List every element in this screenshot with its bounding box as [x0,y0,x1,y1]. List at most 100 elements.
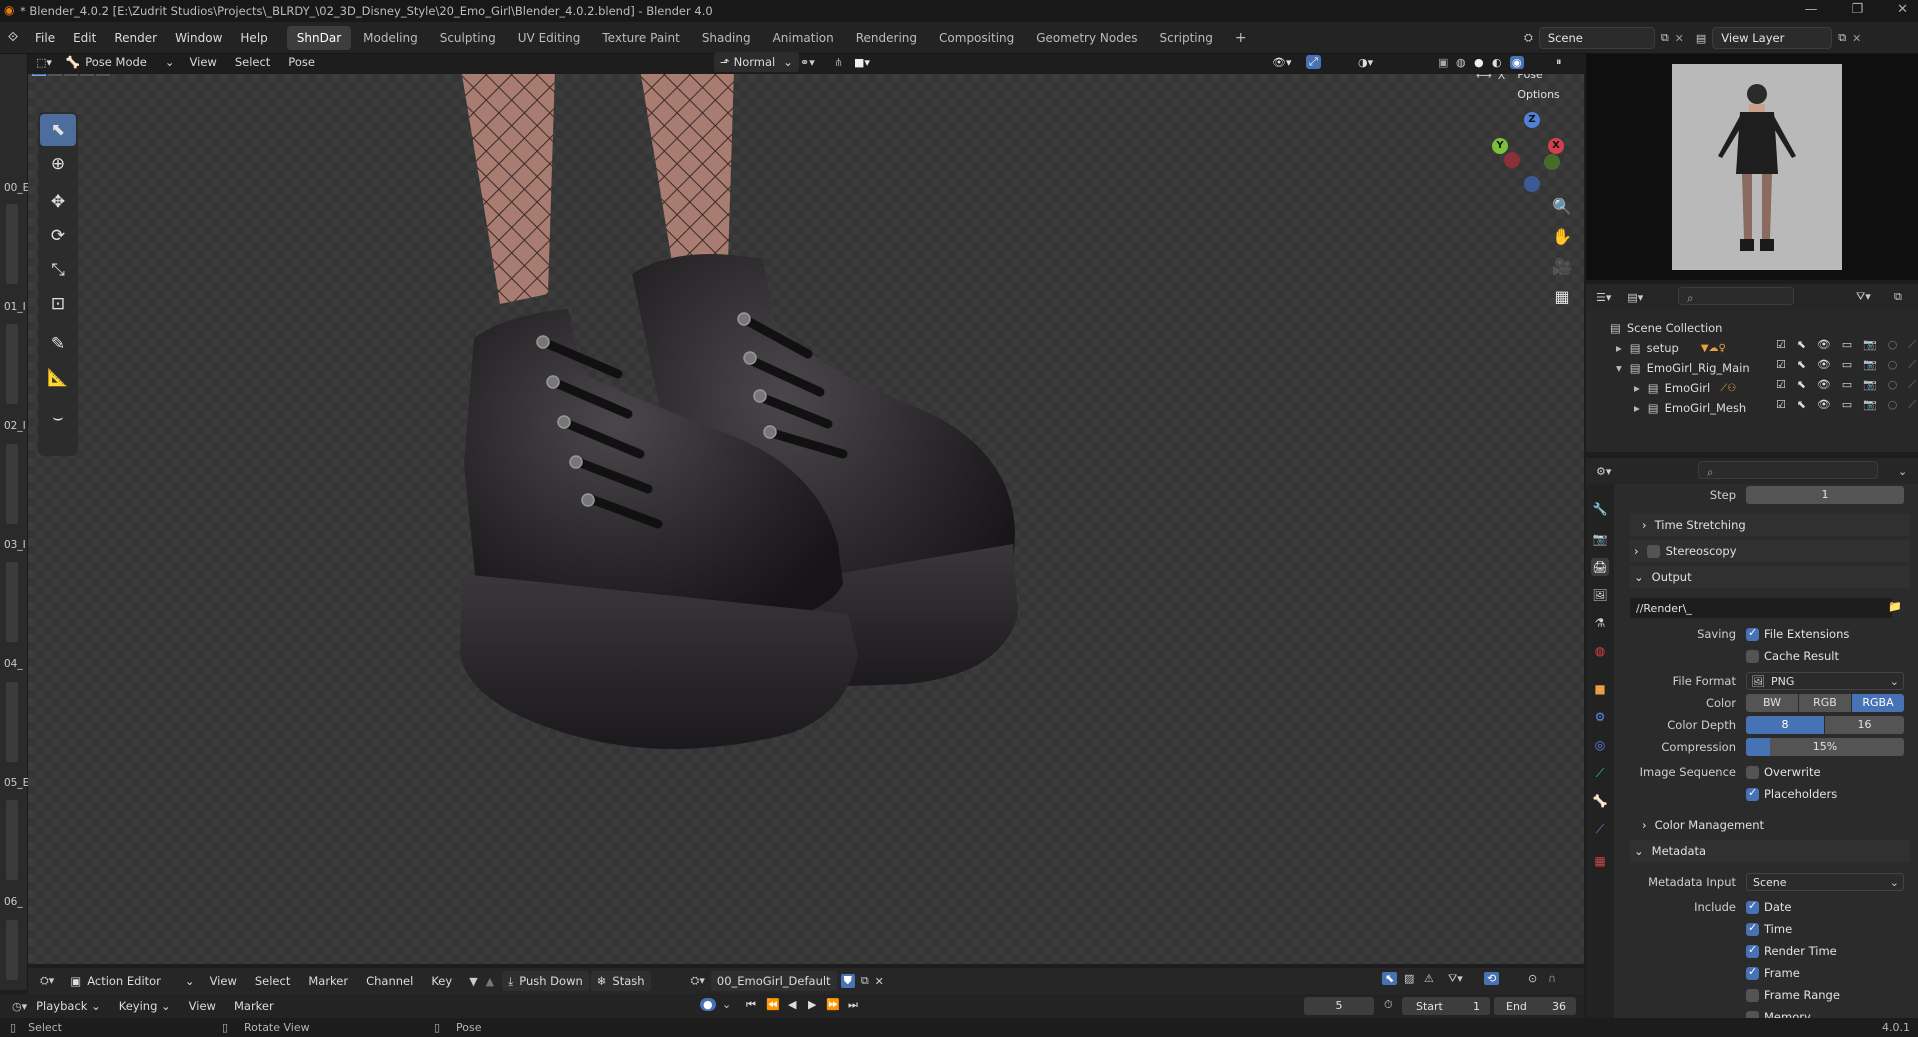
include-render-time-checkbox[interactable] [1746,943,1759,958]
play-reverse-icon[interactable]: ◀ [788,998,796,1011]
shading-rendered-icon[interactable]: ◉ [1510,55,1524,69]
mirror-icon[interactable]: ⟷ [1476,74,1492,82]
x-axis-mirror-icon[interactable]: X [1498,74,1506,82]
chevron-right-icon[interactable]: ▸ [1634,401,1640,415]
select-box-tool-icon[interactable]: ⬉ [40,114,76,146]
select-extend-icon[interactable] [48,74,62,76]
add-workspace-icon[interactable]: + [1225,26,1257,50]
play-icon[interactable]: ▶ [808,998,816,1011]
pause-icon[interactable]: ⏸ [1556,55,1562,69]
push-down-button[interactable]: ⤓ Push Down [502,971,589,991]
menu-pose[interactable]: Pose [279,50,324,74]
menu-view[interactable]: View [201,968,246,994]
chevron-right-icon[interactable]: ▸ [1616,341,1622,355]
output-path-input[interactable]: //Render\_ [1630,598,1892,618]
selectable-icon[interactable]: ⬉ [1797,398,1806,412]
jump-start-icon[interactable]: ⏮ [746,998,756,1012]
physics-tab-icon[interactable]: ◎ [1591,736,1609,754]
cursor-tool-icon[interactable]: ⊕ [40,148,76,180]
relax-pose-tool-icon[interactable]: ⌣ [40,402,76,434]
menu-channel[interactable]: Channel [357,968,422,994]
viewport-icon[interactable]: ▭ [1842,338,1852,352]
editor-type-icon[interactable]: ⛭▾ [40,974,54,988]
holdout-icon[interactable]: ○ [1888,398,1898,412]
end-frame-field[interactable]: End 36 [1494,997,1576,1015]
gizmo-y-axis-icon[interactable]: Y [1492,138,1508,154]
layer-up-icon[interactable]: ▲ [486,975,494,988]
viewport-icon[interactable]: ▭ [1842,398,1852,412]
constraint-tab-icon[interactable]: ⟋ [1591,764,1609,782]
compression-slider[interactable]: 15% [1746,738,1904,756]
editor-type-icon[interactable]: ⬚▾ [36,56,52,69]
eye-icon[interactable]: 👁 [1817,398,1831,412]
move-tool-icon[interactable]: ✥ [40,186,76,218]
outliner-scene-collection[interactable]: ▤ Scene Collection [1586,318,1918,338]
rotate-tool-icon[interactable]: ⟳ [40,220,76,252]
stash-button[interactable]: ❄ Stash [590,971,651,991]
annotate-tool-icon[interactable]: ✎ [40,328,76,360]
tab-geometry-nodes[interactable]: Geometry Nodes [1026,26,1147,50]
filter-icon[interactable]: ⛛▾ [1856,290,1871,304]
editor-mode-selector[interactable]: ▣ Action Editor ⌄ [64,971,200,991]
view-layer-icon[interactable]: ▤ [1696,32,1706,45]
tab-rendering[interactable]: Rendering [846,26,927,50]
prev-key-icon[interactable]: ⏪ [766,998,780,1011]
tab-scripting[interactable]: Scripting [1149,26,1222,50]
gizmo-z-axis-icon[interactable]: Z [1524,112,1540,128]
render-icon[interactable]: 📷 [1863,398,1877,412]
snap-target-icon[interactable]: ■▾ [854,56,870,69]
scene-selector[interactable]: Scene [1538,27,1655,49]
holdout-icon[interactable]: ○ [1888,358,1898,372]
zoom-icon[interactable]: 🔍 [1548,192,1576,220]
new-scene-icon[interactable]: ⧉ [1661,31,1669,45]
checkbox-icon[interactable]: ☑ [1776,398,1786,412]
menu-marker[interactable]: Marker [299,968,357,994]
indirect-icon[interactable]: ⟋ [1908,398,1916,412]
file-format-dropdown[interactable]: 🖼 PNG ⌄ [1746,672,1904,690]
tab-compositing[interactable]: Compositing [929,26,1024,50]
next-key-icon[interactable]: ⏩ [826,998,840,1011]
close-icon[interactable]: ✕ [1897,2,1908,17]
mode-selector[interactable]: 🦴 Pose Mode ⌄ [60,52,181,72]
gizmo-x-axis-icon[interactable]: X [1548,138,1564,154]
chevron-down-icon[interactable]: ▾ [1616,361,1622,375]
properties-editor-icon[interactable]: ⚙▾ [1596,465,1611,478]
include-time-checkbox[interactable] [1746,921,1759,936]
tab-modeling[interactable]: Modeling [353,26,428,50]
maximize-icon[interactable]: ❐ [1851,2,1863,17]
panel-metadata[interactable]: ⌄ Metadata [1630,840,1910,862]
object-tab-icon[interactable]: ■ [1591,680,1609,698]
overwrite-checkbox[interactable] [1746,766,1759,779]
render-icon[interactable]: 📷 [1863,358,1877,372]
scene-tab-icon[interactable]: ⚗ [1591,614,1609,632]
tab-uv-editing[interactable]: UV Editing [508,26,591,50]
filter-icon[interactable]: ⛛▾ [1448,972,1463,986]
eye-icon[interactable]: 👁 [1817,338,1831,352]
menu-help[interactable]: Help [231,22,276,54]
include-frame-range-checkbox[interactable] [1746,989,1759,1002]
view-layer-tab-icon[interactable]: 🖼 [1591,586,1609,604]
view-layer-selector[interactable]: View Layer [1712,27,1833,49]
menu-view[interactable]: View [180,994,225,1018]
fake-user-icon[interactable]: ⛊ [840,974,855,988]
selectable-icon[interactable]: ⬉ [1797,378,1806,392]
panel-output[interactable]: ⌄ Output [1630,566,1910,588]
menu-keying[interactable]: Keying ⌄ [110,994,180,1018]
duplicate-action-icon[interactable]: ⧉ [861,974,869,988]
start-frame-field[interactable]: Start 1 [1402,997,1490,1015]
display-mode-icon[interactable]: ▤▾ [1627,291,1643,304]
tab-shndar[interactable]: ShnDar [286,25,352,50]
data-tab-icon[interactable]: 🦴 [1591,792,1609,810]
modifier-tab-icon[interactable]: ⚙ [1591,708,1609,726]
select-intersect-icon[interactable] [96,74,110,76]
bone-tab-icon[interactable]: ⟋ [1591,820,1609,838]
unlink-action-icon[interactable]: ✕ [875,975,884,988]
timeline-editor-icon[interactable]: ◷▾ [12,1000,27,1013]
chevron-down-icon[interactable]: ⌄ [722,998,731,1011]
stereoscopy-checkbox[interactable] [1646,544,1660,558]
action-name-field[interactable]: 00_EmoGirl_Default [710,971,837,991]
indirect-icon[interactable]: ⟋ [1908,378,1916,392]
indirect-icon[interactable]: ⟋ [1908,358,1916,372]
tab-animation[interactable]: Animation [763,26,844,50]
menu-window[interactable]: Window [166,22,231,54]
